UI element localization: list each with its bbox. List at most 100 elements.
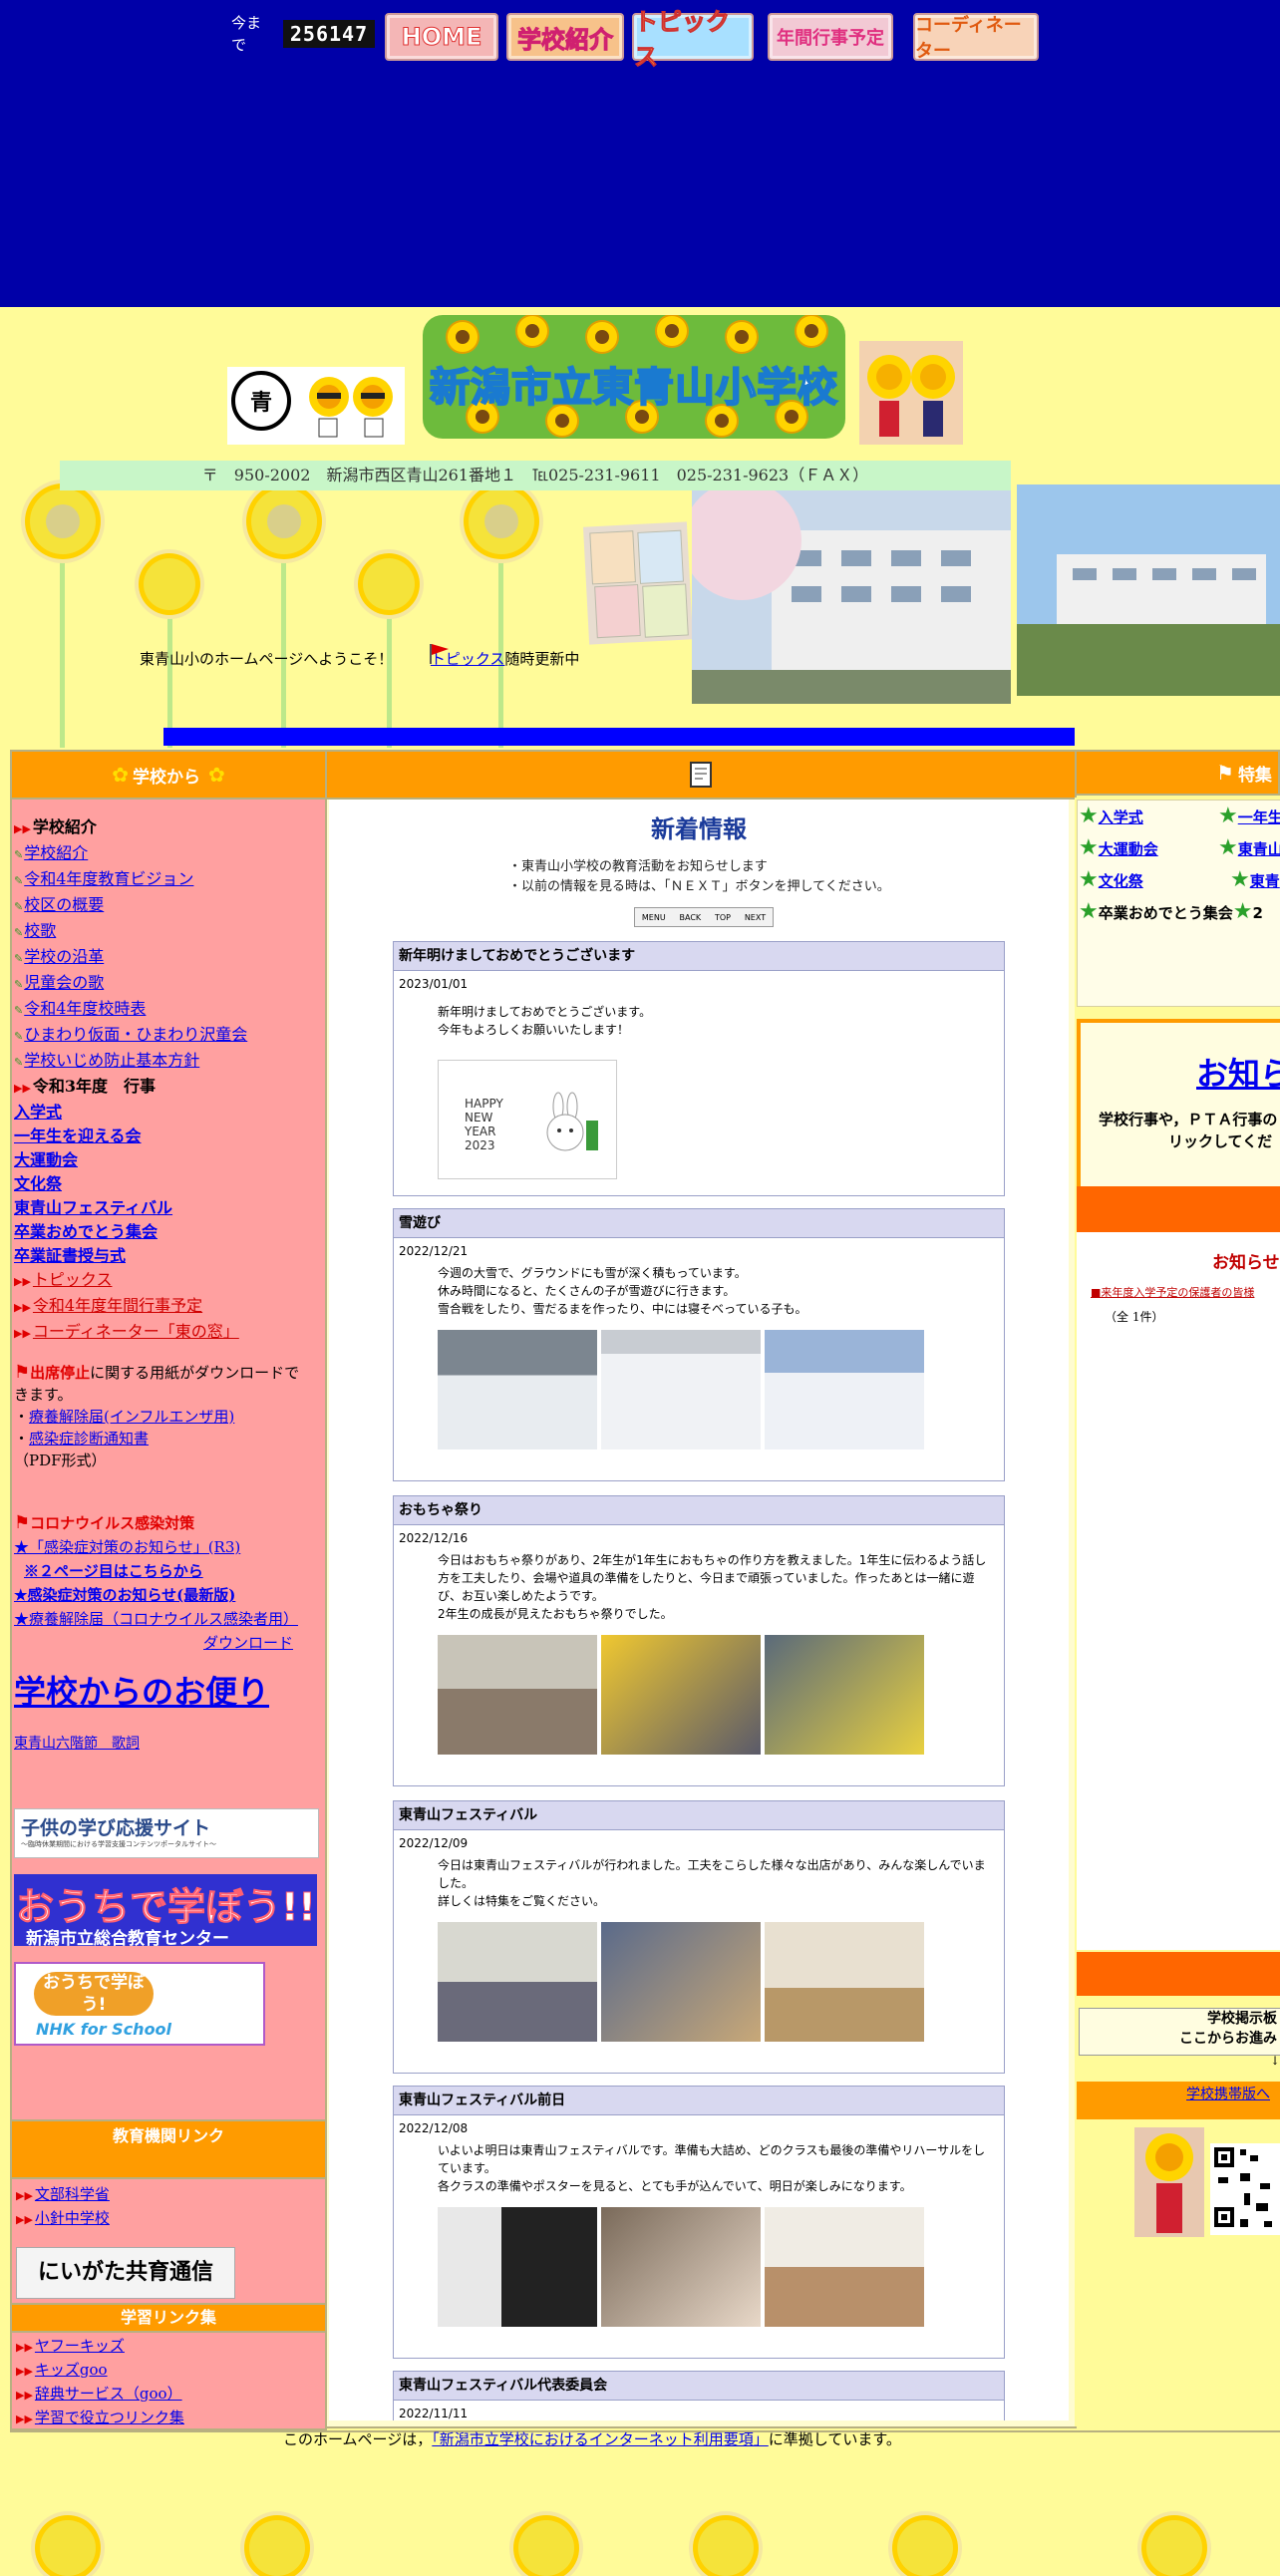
divider-bar — [163, 728, 1075, 746]
section-title: ▶▶ 令和3年度 行事 — [14, 1077, 157, 1096]
news-item-title[interactable]: 新年明けましておめでとうございます — [394, 942, 1004, 971]
school-board-panel[interactable]: 学校掲示板 ここからお進み — [1079, 2008, 1280, 2056]
dictionary-link[interactable]: 辞典サービス（goo） — [35, 2385, 182, 2403]
news-item-date: 2023/01/01 — [399, 977, 469, 991]
school-song-link[interactable]: 東青山六階節 歌詞 — [14, 1733, 140, 1753]
feature-link[interactable]: 東青山 — [1238, 840, 1280, 858]
footer-prefix: このホームページは， — [283, 2430, 433, 2448]
next-button[interactable]: NEXT — [745, 913, 766, 922]
event-link[interactable]: 一年生を迎える会 — [14, 1125, 323, 1148]
nav-topics-button[interactable]: トピックス — [632, 8, 754, 72]
study-links-panel: ▶▶ ヤフーキッズ ▶▶ キッズgoo ▶▶ 辞典サービス（goo） ▶▶ 学習で役立つ… — [10, 2331, 327, 2430]
school-aerial-photo — [1017, 484, 1280, 696]
sidebar-link[interactable]: 令和4年度校時表 — [24, 999, 146, 1018]
school-letters-link[interactable]: 学校からのお便り — [14, 1667, 269, 1713]
feature-link[interactable]: 東青 — [1250, 872, 1280, 890]
sidebar-link[interactable]: 校区の概要 — [24, 895, 104, 914]
corona-notice-link[interactable]: ★「感染症対策のお知らせ」(R3) — [14, 1538, 240, 1556]
nhk-for-school-banner[interactable]: おうちで学ぼう! NHK for School — [14, 1962, 265, 2046]
feature-link[interactable]: 大運動会 — [1099, 840, 1158, 858]
board-arrow: ↓ — [1270, 2054, 1280, 2068]
event-link[interactable]: 卒業おめでとう集会 — [14, 1220, 323, 1244]
corona-section: ⚑コロナウイルス感染対策 ★「感染症対策のお知らせ」(R3) ※２ページ目はこち… — [14, 1511, 317, 1655]
feature-link[interactable]: 一年生 — [1238, 808, 1280, 826]
announcements-footer — [1077, 1952, 1280, 1996]
news-item-title[interactable]: おもちゃ祭り — [394, 1496, 1004, 1525]
kids-goo-link[interactable]: キッズgoo — [35, 2361, 108, 2379]
flu-form-link[interactable]: 療養解除届(インフルエンザ用) — [29, 1408, 234, 1426]
event-link[interactable]: 卒業証書授与式 — [14, 1244, 323, 1268]
board-title: 学校掲示板 — [1207, 2011, 1277, 2027]
news-item-title[interactable]: 東青山フェスティバル代表委員会 — [394, 2372, 1004, 2401]
news-item: 東青山フェスティバル 2022/12/09 今日は東青山フェスティバルが行われま… — [393, 1800, 1005, 2074]
event-link[interactable]: 文化祭 — [14, 1172, 323, 1196]
nav-coordinator-button[interactable]: コーディネーター — [913, 13, 1039, 62]
nav-school-intro-button[interactable]: 学校紹介 — [506, 13, 624, 61]
red-flag-icon: ⚑ — [14, 1512, 31, 1533]
notice-link[interactable]: お知ら — [1196, 1049, 1280, 1095]
corona-latest-link[interactable]: ★感染症対策のお知らせ(最新版) — [14, 1586, 235, 1604]
feature-link[interactable]: 入学式 — [1099, 808, 1143, 826]
nav-home-button[interactable]: HOME — [385, 13, 498, 61]
download-link[interactable]: ダウンロード — [203, 1634, 293, 1652]
internet-policy-link[interactable]: 「新潟市立学校におけるインターネット利用要項」 — [432, 2430, 769, 2448]
news-item-date: 2022/12/09 — [399, 1836, 469, 1850]
sidebar-link[interactable]: 学校紹介 — [24, 843, 88, 862]
event-link[interactable]: 東青山フェスティバル — [14, 1196, 323, 1220]
sidebar-link[interactable]: 校歌 — [24, 921, 56, 940]
back-button[interactable]: BACK — [680, 913, 702, 922]
top-button[interactable]: TOP — [715, 913, 731, 922]
event-link[interactable]: 大運動会 — [14, 1148, 323, 1172]
school-emblem-icon: 青 — [231, 371, 291, 431]
corona-title: コロナウイルス感染対策 — [30, 1514, 195, 1532]
kodomo-manabi-banner[interactable]: 子供の学び応援サイト 〜臨時休業期間における学習支援コンテンツポータルサイト〜 — [14, 1808, 319, 1858]
mascot-photo-icon — [1134, 2127, 1204, 2237]
news-item-title[interactable]: 東青山フェスティバル前日 — [394, 2087, 1004, 2115]
photo-strip — [394, 1910, 1004, 2042]
study-links-link[interactable]: 学習で役立つリンク集 — [35, 2409, 184, 2426]
star-icon: ★ — [1232, 899, 1253, 924]
corona-page2-link[interactable]: ※２ページ目はこちらから — [24, 1562, 203, 1580]
news-item-date: 2022/11/11 — [399, 2407, 469, 2420]
announcement-link[interactable]: ■来年度入学予定の保護者の皆様 — [1091, 1284, 1254, 1300]
news-title: 新着情報 — [651, 815, 747, 843]
corona-release-form-link[interactable]: ★療養解除届（コロナウイルス感染者用） — [14, 1610, 298, 1628]
menu-button[interactable]: MENU — [642, 913, 666, 922]
welcome-text: 東青山小のホームページへようこそ！ — [140, 650, 394, 668]
news-item-body: 今週の大雪で、グラウンドにも雪が深く積もっています。 休み時間になると、たくさん… — [438, 1266, 807, 1316]
ouchi-manabo-banner[interactable]: おうちで学ぼう!! 新潟市立総合教育センター — [14, 1874, 317, 1949]
annual-schedule-link[interactable]: 令和4年度年間行事予定 — [33, 1296, 202, 1315]
sidebar-link[interactable]: 令和4年度教育ビジョン — [24, 869, 193, 888]
announcements-header — [1077, 1186, 1280, 1232]
yahoo-kids-link[interactable]: ヤフーキッズ — [35, 2337, 125, 2355]
school-building-photo — [692, 490, 1011, 704]
festival-prep-photo — [765, 2207, 924, 2327]
news-item-title[interactable]: 東青山フェスティバル — [394, 1801, 1004, 1830]
topics-sidebar-link[interactable]: トピックス — [33, 1270, 113, 1289]
events-section: ▶▶ 令和3年度 行事 入学式 一年生を迎える会 大運動会 文化祭 東青山フェステ… — [14, 1075, 323, 1346]
event-link[interactable]: 入学式 — [14, 1101, 323, 1125]
star-icon: ★ — [1218, 804, 1238, 828]
feature-label[interactable]: 2 — [1252, 904, 1262, 922]
diagnosis-form-link[interactable]: 感染症診断通知書 — [29, 1430, 149, 1448]
sidebar-link[interactable]: ひまわり仮面・ひまわり沢童会 — [24, 1025, 247, 1044]
feature-link[interactable]: 文化祭 — [1099, 872, 1143, 890]
sidebar-link[interactable]: 学校の沿革 — [24, 947, 104, 966]
sidebar-link[interactable]: 学校いじめ防止基本方針 — [24, 1051, 199, 1070]
feature-label[interactable]: 卒業おめでとう集会 — [1099, 904, 1233, 922]
attendance-section: ⚑出席停止に関する用紙がダウンロードできます。 ・療養解除届(インフルエンザ用)… — [14, 1362, 300, 1469]
niigata-kyoiku-banner[interactable]: にいがた共育通信 — [16, 2247, 235, 2299]
mext-link[interactable]: 文部科学省 — [35, 2185, 110, 2203]
art-photo — [582, 521, 694, 645]
kobari-jhs-link[interactable]: 小針中学校 — [35, 2209, 110, 2227]
sidebar-link[interactable]: 児童会の歌 — [24, 973, 104, 992]
mobile-version-link[interactable]: 学校携帯版へ — [1186, 2084, 1270, 2103]
qr-code-icon[interactable] — [1210, 2143, 1280, 2235]
coordinator-link[interactable]: コーディネーター「東の窓」 — [33, 1322, 239, 1341]
welcome-message: 東青山小のホームページへようこそ！ トピックス随時更新中 — [140, 648, 579, 669]
news-frame[interactable]: 新着情報 ・東青山小学校の教育活動をお知らせします ・以前の情報を見る時は、「Ｎ… — [329, 800, 1069, 2420]
nav-annual-schedule-button[interactable]: 年間行事予定 — [768, 13, 893, 61]
edu-links-panel: ▶▶ 文部科学省 ▶▶ 小針中学校 にいがた共育通信 — [10, 2177, 327, 2305]
banner-title: おうちで学ぼう!! — [16, 1885, 317, 1930]
news-item-title[interactable]: 雪遊び — [394, 1209, 1004, 1238]
